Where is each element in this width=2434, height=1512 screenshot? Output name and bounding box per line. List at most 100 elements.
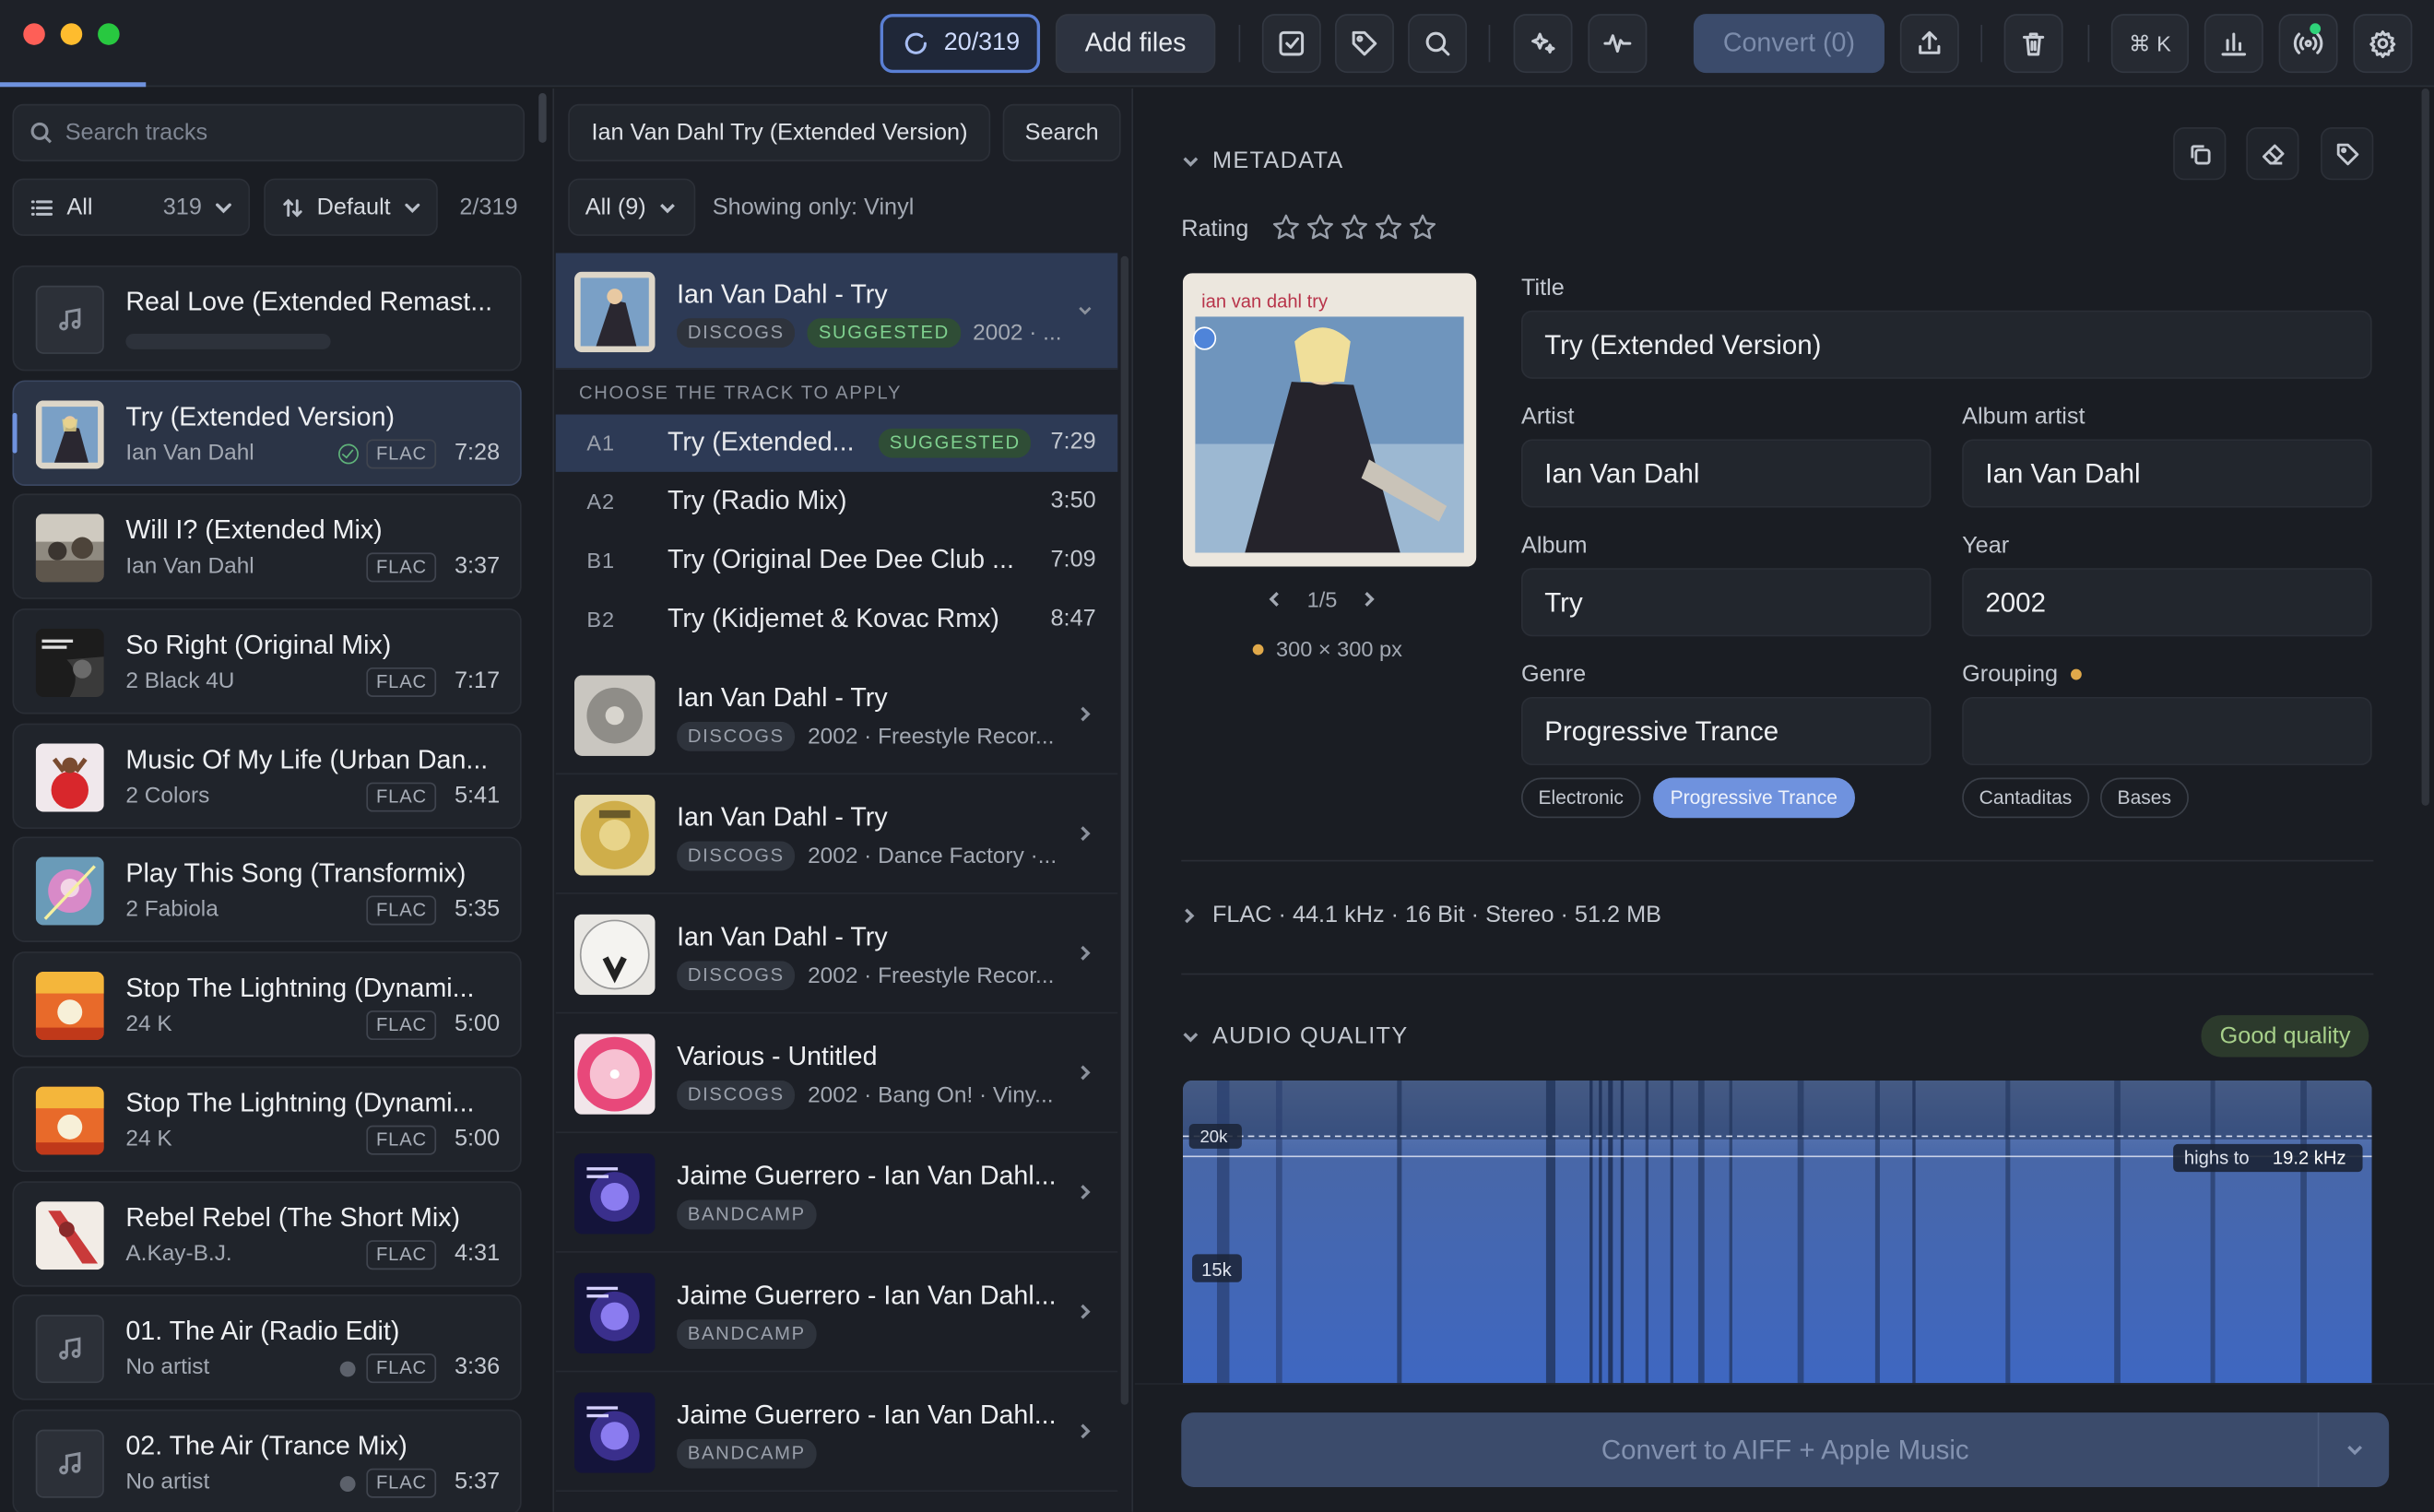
track-row[interactable]: Music Of My Life (Urban Dan... 2 Colors … <box>12 723 522 829</box>
convert-options-button[interactable] <box>2317 1412 2389 1487</box>
album-cover[interactable]: ian van dahl try <box>1182 273 1477 567</box>
year-field[interactable]: 2002 <box>1962 568 2372 637</box>
track-row[interactable]: 02. The Air (Trance Mix) No artist FLAC … <box>12 1409 522 1512</box>
subtrack-row-selected[interactable]: A1 Try (Extended... SUGGESTED 7:29 <box>555 414 1118 472</box>
track-row[interactable]: Stop The Lightning (Dynami... 24 K FLAC … <box>12 951 522 1057</box>
grouping-chip[interactable]: Bases <box>2100 777 2189 819</box>
genre-field[interactable]: Progressive Trance <box>1520 696 1932 766</box>
track-row[interactable]: Will I? (Extended Mix) Ian Van Dahl FLAC… <box>12 494 522 600</box>
chevron-right-icon[interactable] <box>1077 822 1093 842</box>
highs-label: highs to <box>2184 1149 2250 1169</box>
track-row[interactable]: Rebel Rebel (The Short Mix) A.Kay-B.J. F… <box>12 1180 522 1286</box>
lookup-query-input[interactable]: Ian Van Dahl Try (Extended Version) <box>568 103 991 162</box>
cover-resolution-text: 300 × 300 px <box>1275 636 1402 662</box>
genre-chip[interactable]: Electronic <box>1520 777 1641 819</box>
track-row-selected[interactable]: Try (Extended Version) Ian Van Dahl FLAC… <box>12 379 522 486</box>
subtrack-row[interactable]: A2 Try (Radio Mix) 3:50 <box>556 474 1117 531</box>
scrollbar[interactable] <box>538 93 547 143</box>
chevron-right-icon[interactable] <box>1077 1421 1093 1439</box>
star-icon[interactable] <box>1340 213 1369 242</box>
grouping-chip[interactable]: Cantaditas <box>1962 777 2089 819</box>
cover-pager: 1/5 <box>1269 586 1377 611</box>
chevron-right-icon[interactable] <box>1077 1301 1093 1319</box>
toolbar-divider <box>1238 24 1241 63</box>
scrollbar[interactable] <box>2421 88 2429 806</box>
metadata-section-toggle[interactable]: METADATA <box>1181 148 1343 174</box>
tag-button[interactable] <box>1334 14 1394 74</box>
lookup-search-button[interactable]: Search <box>1002 103 1121 162</box>
command-palette-button[interactable]: ⌘ K <box>2110 14 2189 74</box>
format-section-toggle[interactable]: FLAC · 44.1 kHz · 16 Bit · Stereo · 51.2… <box>1181 902 1661 928</box>
star-icon[interactable] <box>1306 213 1335 242</box>
track-row[interactable]: So Right (Original Mix) 2 Black 4U FLAC … <box>12 608 522 715</box>
delete-button[interactable] <box>2003 14 2063 74</box>
chevron-right-icon[interactable] <box>1077 703 1093 722</box>
sort-dropdown[interactable]: Default <box>264 178 438 236</box>
export-button[interactable] <box>1899 14 1959 74</box>
clear-metadata-button[interactable] <box>2246 127 2299 181</box>
freq-label-20k: 20k <box>1199 1127 1228 1146</box>
star-icon[interactable] <box>1408 213 1437 242</box>
track-row[interactable]: Play This Song (Transformix) 2 Fabiola F… <box>12 837 522 943</box>
divider <box>1181 973 2374 975</box>
release-row[interactable]: Jaime Guerrero - Ian Van Dahl... BANDCAM… <box>555 1254 1118 1373</box>
release-row[interactable]: Ian Van Dahl - Try DISCOGS 2002 · Freest… <box>555 656 1118 775</box>
connected-status-dot <box>2310 23 2322 35</box>
progress-button[interactable]: 20/319 <box>880 14 1041 74</box>
convert-to-aiff-button[interactable]: Convert to AIFF + Apple Music <box>1181 1412 2390 1487</box>
subtrack-row[interactable]: B2 Try (Kidjemet & Kovac Rmx) 8:47 <box>556 591 1117 648</box>
track-row[interactable]: 01. The Air (Radio Edit) No artist FLAC … <box>12 1294 522 1400</box>
stats-button[interactable] <box>2204 14 2263 74</box>
chevron-down-icon[interactable] <box>1077 300 1093 315</box>
release-row[interactable]: Jaime Guerrero - Ian Van Dahl... BANDCAM… <box>555 1135 1118 1253</box>
release-row-selected[interactable]: Ian Van Dahl - Try DISCOGS SUGGESTED 200… <box>555 253 1118 370</box>
audio-quality-toggle[interactable]: AUDIO QUALITY <box>1181 1023 1408 1049</box>
tag-metadata-button[interactable] <box>2321 127 2374 181</box>
release-row[interactable]: Ian Van Dahl - Try DISCOGS 2002 · Dance … <box>555 776 1118 894</box>
settings-button[interactable] <box>2353 14 2413 74</box>
chevron-right-icon[interactable] <box>1077 1062 1093 1081</box>
album-field[interactable]: Try <box>1520 568 1932 637</box>
zoom-window-button[interactable] <box>98 23 120 45</box>
source-tag: DISCOGS <box>677 318 796 348</box>
genre-chip-active[interactable]: Progressive Trance <box>1653 777 1855 819</box>
grouping-field[interactable] <box>1962 696 2372 766</box>
chevron-right-icon[interactable] <box>1077 942 1093 961</box>
broadcast-icon <box>2293 32 2323 54</box>
cover-logo-text: ian van dahl try <box>1201 291 1329 312</box>
track-library-panel: Search tracks All 319 Default 2/319 Real… <box>0 88 551 1512</box>
release-row[interactable]: Jaime Guerrero - Ian Van Dahl... BANDCAM… <box>555 1374 1118 1493</box>
analyze-button[interactable] <box>1588 14 1648 74</box>
star-icon[interactable] <box>1271 213 1301 242</box>
source-filter-dropdown[interactable]: All (9) <box>568 178 696 236</box>
close-window-button[interactable] <box>23 23 45 45</box>
add-files-button[interactable]: Add files <box>1055 14 1216 74</box>
track-row[interactable]: Real Love (Extended Remast... <box>12 265 522 372</box>
copy-metadata-button[interactable] <box>2173 127 2227 181</box>
search-button[interactable] <box>1408 14 1468 74</box>
title-field[interactable]: Try (Extended Version) <box>1520 310 2372 379</box>
artist-field[interactable]: Ian Van Dahl <box>1520 439 1932 508</box>
select-all-button[interactable] <box>1261 14 1321 74</box>
chevron-left-icon[interactable] <box>1269 590 1282 608</box>
search-tracks-input[interactable]: Search tracks <box>12 103 526 162</box>
chevron-right-icon[interactable] <box>1362 590 1376 608</box>
library-filter-dropdown[interactable]: All 319 <box>12 178 251 236</box>
star-icon[interactable] <box>1374 213 1403 242</box>
convert-button[interactable]: Convert (0) <box>1693 14 1885 74</box>
auto-match-button[interactable] <box>1513 14 1573 74</box>
minimize-window-button[interactable] <box>60 23 83 45</box>
track-row[interactable]: Stop The Lightning (Dynami... 24 K FLAC … <box>12 1066 522 1172</box>
tag-icon <box>2335 142 2358 165</box>
track-duration: 7:17 <box>454 667 501 694</box>
broadcast-button[interactable] <box>2278 14 2338 74</box>
gear-icon <box>2369 30 2396 58</box>
chevron-right-icon[interactable] <box>1077 1181 1093 1199</box>
release-row[interactable]: Various - Untitled DISCOGS 2002 · Bang O… <box>555 1015 1118 1134</box>
release-row[interactable]: Ian Van Dahl - Try DISCOGS 2002 · Freest… <box>555 895 1118 1014</box>
track-artist: Ian Van Dahl <box>125 440 254 466</box>
scrollbar[interactable] <box>1120 255 1129 1405</box>
rating-stars[interactable] <box>1271 213 1437 242</box>
album-artist-field[interactable]: Ian Van Dahl <box>1962 439 2372 508</box>
subtrack-row[interactable]: B1 Try (Original Dee Dee Club ... 7:09 <box>556 532 1117 589</box>
